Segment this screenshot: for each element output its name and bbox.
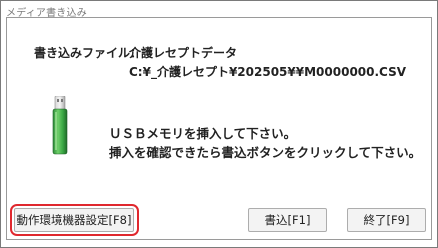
- media-write-dialog: メディア書き込み 書き込みファイル： 介護レセプトデータ C:¥_介護レセプト¥…: [0, 0, 438, 248]
- file-path: C:¥_介護レセプト¥202505¥¥M0000000.CSV: [129, 65, 407, 79]
- usb-drive-icon: [52, 96, 68, 155]
- settings-button[interactable]: 動作環境機器設定[F8]: [14, 208, 134, 232]
- file-name: 介護レセプトデータ: [129, 46, 238, 60]
- exit-button[interactable]: 終了[F9]: [347, 208, 426, 232]
- instruction-line-1: ＵＳＢメモリを挿入して下さい。: [109, 126, 297, 141]
- instruction-line-2: 挿入を確認できたら書込ボタンをクリックして下さい。: [109, 145, 422, 160]
- file-label: 書き込みファイル：: [34, 46, 143, 60]
- write-button[interactable]: 書込[F1]: [248, 208, 327, 232]
